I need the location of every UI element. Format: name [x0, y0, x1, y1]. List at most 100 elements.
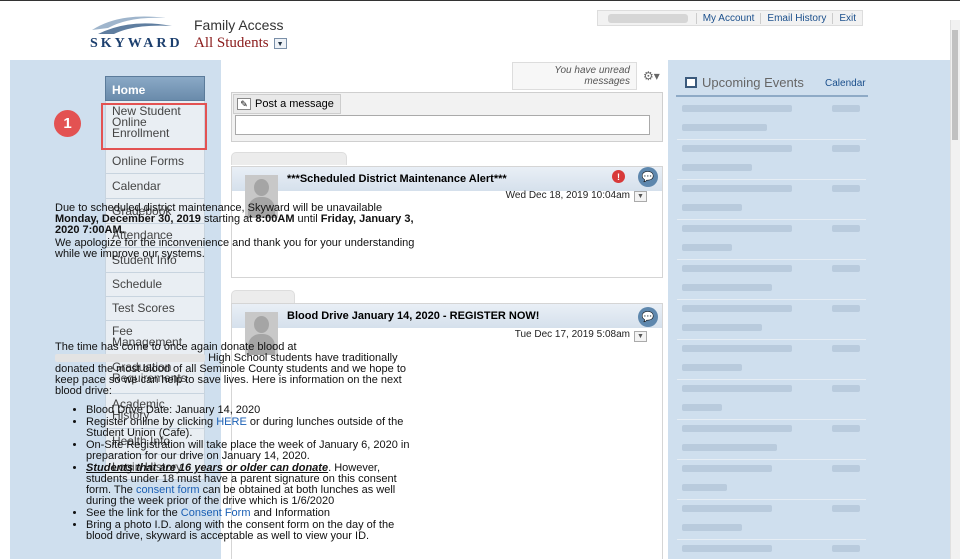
- bullet-age: Students that are 16 years or older can …: [86, 463, 415, 507]
- bullet-date: Blood Drive Date: January 14, 2020: [86, 405, 415, 416]
- top-border: [0, 0, 960, 5]
- user-bar: My Account Email History Exit: [597, 10, 863, 26]
- event-title-redacted: [682, 484, 727, 491]
- event-date-redacted: [682, 425, 792, 432]
- username-redacted: [608, 13, 688, 23]
- email-history-link[interactable]: Email History: [760, 12, 832, 24]
- event-item[interactable]: [677, 500, 866, 540]
- bullet-consent-text: See the link for the: [86, 507, 178, 519]
- student-selector-label: All Students: [194, 35, 269, 51]
- nav-schedule[interactable]: Schedule: [105, 273, 205, 297]
- event-time-redacted: [832, 225, 860, 232]
- student-selector[interactable]: All Students ▼: [194, 35, 287, 52]
- nav-online-forms[interactable]: Online Forms: [105, 149, 205, 174]
- highlight-box: [101, 103, 207, 150]
- bullet-onsite: On-Site Registration will take place the…: [86, 440, 415, 462]
- message-sender-tab: [231, 152, 347, 165]
- pencil-icon: ✎: [237, 98, 251, 110]
- bullet-consent-text-2: and Information: [253, 507, 330, 519]
- message-sender-tab: [231, 290, 295, 303]
- message-options-chevron-down-icon[interactable]: ▼: [634, 191, 647, 202]
- reply-chat-icon[interactable]: 💬: [638, 167, 658, 187]
- post-message-tab[interactable]: ✎ Post a message: [233, 94, 341, 114]
- event-item[interactable]: [677, 260, 866, 300]
- event-date-redacted: [682, 385, 792, 392]
- event-time-redacted: [832, 105, 860, 112]
- event-title-redacted: [682, 164, 752, 171]
- message-title: ***Scheduled District Maintenance Alert*…: [287, 173, 507, 185]
- event-date-redacted: [682, 465, 772, 472]
- reply-chat-icon[interactable]: 💬: [638, 307, 658, 327]
- event-title-redacted: [682, 524, 742, 531]
- event-date-redacted: [682, 145, 792, 152]
- consent-form-info-link[interactable]: Consent Form: [181, 507, 251, 519]
- my-account-link[interactable]: My Account: [695, 12, 761, 24]
- calendar-link[interactable]: Calendar: [825, 78, 866, 89]
- post-message-label: Post a message: [255, 98, 334, 110]
- event-item[interactable]: [677, 140, 866, 180]
- event-item[interactable]: [677, 460, 866, 500]
- bullet-register: Register online by clicking HERE or duri…: [86, 417, 415, 439]
- event-time-redacted: [832, 185, 860, 192]
- event-time-redacted: [832, 145, 860, 152]
- event-title-redacted: [682, 404, 722, 411]
- event-date-redacted: [682, 545, 772, 552]
- event-item[interactable]: [677, 300, 866, 340]
- event-item[interactable]: [677, 340, 866, 380]
- nav-home[interactable]: Home: [105, 76, 205, 101]
- nav-calendar[interactable]: Calendar: [105, 174, 205, 199]
- event-time-redacted: [832, 545, 860, 552]
- event-title-redacted: [682, 204, 742, 211]
- bullet-consent-link: See the link for the Consent Form and In…: [86, 508, 415, 519]
- event-date-redacted: [682, 505, 772, 512]
- alert-text-starting: starting at: [203, 213, 253, 225]
- event-item[interactable]: [677, 540, 866, 559]
- upcoming-events-title: Upcoming Events: [702, 75, 804, 90]
- event-date-redacted: [682, 185, 792, 192]
- event-date-redacted: [682, 105, 792, 112]
- event-date-redacted: [682, 305, 792, 312]
- event-title-redacted: [682, 244, 732, 251]
- alert-icon: !: [612, 170, 625, 183]
- logo-wordmark: SKYWARD: [90, 36, 183, 51]
- event-time-redacted: [832, 345, 860, 352]
- event-time-redacted: [832, 385, 860, 392]
- event-item[interactable]: [677, 100, 866, 140]
- event-title-redacted: [682, 284, 772, 291]
- event-time-redacted: [832, 265, 860, 272]
- gear-icon[interactable]: ⚙▾: [643, 69, 660, 83]
- event-item[interactable]: [677, 180, 866, 220]
- event-item[interactable]: [677, 220, 866, 260]
- event-title-redacted: [682, 444, 777, 451]
- register-here-link[interactable]: HERE: [216, 416, 247, 428]
- event-item[interactable]: [677, 380, 866, 420]
- event-title-redacted: [682, 324, 762, 331]
- event-item[interactable]: [677, 420, 866, 460]
- message-date: Tue Dec 17, 2019 5:08am: [514, 329, 630, 340]
- message-body: The time has come to once again donate b…: [55, 342, 415, 543]
- post-message-input[interactable]: [235, 115, 650, 135]
- alert-time-start: 8:00AM: [255, 213, 295, 225]
- message-options-chevron-down-icon[interactable]: ▼: [634, 331, 647, 342]
- exit-link[interactable]: Exit: [832, 12, 862, 24]
- message-date: Wed Dec 18, 2019 10:04am: [505, 190, 630, 201]
- chevron-down-icon[interactable]: ▼: [273, 38, 287, 49]
- event-date-redacted: [682, 225, 792, 232]
- message-body: Due to scheduled district maintenance, S…: [55, 203, 420, 260]
- event-date-redacted: [682, 345, 792, 352]
- event-time-redacted: [832, 425, 860, 432]
- bullet-age-text-2: can be obtained at both lunches as well …: [86, 484, 396, 507]
- message-title: Blood Drive January 14, 2020 - REGISTER …: [287, 310, 540, 322]
- blood-drive-bullets: Blood Drive Date: January 14, 2020 Regis…: [86, 405, 415, 542]
- scrollbar-thumb[interactable]: [952, 30, 958, 140]
- event-title-redacted: [682, 364, 742, 371]
- alert-apology: We apologize for the inconvenience and t…: [55, 237, 415, 260]
- step-marker: 1: [54, 110, 81, 137]
- event-time-redacted: [832, 305, 860, 312]
- app-title: Family Access: [194, 17, 284, 33]
- nav-test-scores[interactable]: Test Scores: [105, 297, 205, 321]
- bullet-photo-id: Bring a photo I.D. along with the consen…: [86, 520, 415, 542]
- event-time-redacted: [832, 505, 860, 512]
- unread-notice[interactable]: You have unread messages: [512, 62, 637, 90]
- alert-text-until: until: [297, 213, 318, 225]
